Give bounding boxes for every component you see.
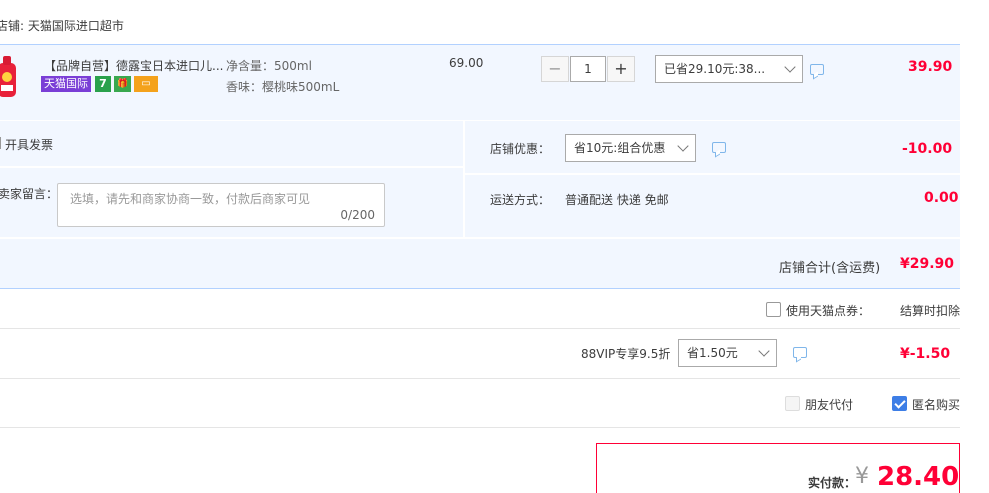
points-value: 结算时扣除 — [900, 304, 961, 318]
shop-title: 店铺: 天猫国际进口超市 — [0, 19, 124, 33]
payment-summary-box: 实付款： ¥ 28.40 — [596, 443, 960, 493]
shop-discount-label: 店铺优惠： — [490, 142, 551, 156]
seven-day-return-icon: 7 — [95, 76, 111, 92]
product-title[interactable]: 【品牌自营】德露宝日本进口儿... — [44, 57, 223, 74]
message-placeholder: 选填，请先和商家协商一致，付款后商家可见 — [70, 192, 311, 206]
friend-pay-checkbox[interactable] — [785, 396, 800, 411]
chevron-down-icon — [758, 345, 770, 357]
card-icon: ▭ — [134, 76, 158, 92]
order-item-row: 【品牌自营】德露宝日本进口儿... 天猫国际 7 🎁 ▭ 净含量：500ml 香… — [0, 44, 960, 120]
points-checkbox[interactable] — [766, 302, 781, 317]
shop-total-amount: ¥29.90 — [900, 256, 955, 272]
anonymous-checkbox[interactable] — [892, 396, 907, 411]
invoice-label[interactable]: 开具发票 — [5, 136, 53, 153]
divider — [0, 378, 960, 379]
message-label: 卖家留言： — [0, 187, 59, 201]
vip-label: 88VIP专享9.5折 — [581, 347, 671, 361]
gift-icon: 🎁 — [114, 76, 131, 92]
quantity-plus-button[interactable]: + — [607, 56, 635, 82]
item-discount-select-label: 已省29.10元:38... — [664, 62, 766, 76]
divider — [0, 328, 960, 329]
spec-flavor: 香味：樱桃味500mL — [226, 80, 340, 94]
product-thumbnail[interactable] — [0, 53, 18, 99]
delivery-label: 运送方式： — [490, 193, 551, 207]
currency-symbol: ¥ — [855, 464, 869, 489]
item-discount-select[interactable]: 已省29.10元:38... — [655, 55, 803, 83]
payment-amount: 28.40 — [877, 462, 960, 492]
shop-discount-select[interactable]: 省10元:组合优惠 — [565, 134, 696, 162]
friend-pay-label[interactable]: 朋友代付 — [805, 396, 853, 413]
chat-icon[interactable] — [712, 142, 726, 153]
tmall-global-tag: 天猫国际 — [41, 76, 91, 92]
anonymous-label[interactable]: 匿名购买 — [912, 396, 960, 413]
shop-total-label: 店铺合计(含运费) — [779, 261, 881, 276]
chevron-down-icon — [784, 61, 796, 73]
chat-icon[interactable] — [810, 64, 824, 75]
message-counter: 0/200 — [340, 208, 375, 222]
quantity-minus-button[interactable]: − — [541, 56, 569, 82]
shop-discount-amount: -10.00 — [902, 141, 953, 157]
invoice-checkbox[interactable] — [0, 137, 1, 149]
quantity-input[interactable]: 1 — [570, 56, 606, 82]
seller-message-field[interactable]: 选填，请先和商家协商一致，付款后商家可见 0/200 — [57, 183, 385, 227]
item-price: 39.90 — [908, 59, 953, 75]
divider — [0, 427, 960, 428]
spec-volume: 净含量：500ml — [226, 59, 312, 73]
points-label[interactable]: 使用天猫点券： — [786, 302, 870, 319]
delivery-value: 普通配送 快递 免邮 — [565, 193, 669, 207]
chat-icon[interactable] — [793, 347, 807, 358]
vip-discount-select[interactable]: 省1.50元 — [678, 339, 777, 367]
payment-label: 实付款： — [808, 476, 857, 490]
shop-discount-select-label: 省10元:组合优惠 — [574, 141, 666, 155]
chevron-down-icon — [677, 140, 689, 152]
original-price: 69.00 — [449, 56, 484, 70]
vip-discount-amount: ¥-1.50 — [900, 346, 951, 362]
vip-discount-select-label: 省1.50元 — [687, 346, 738, 360]
delivery-amount: 0.00 — [924, 190, 959, 206]
